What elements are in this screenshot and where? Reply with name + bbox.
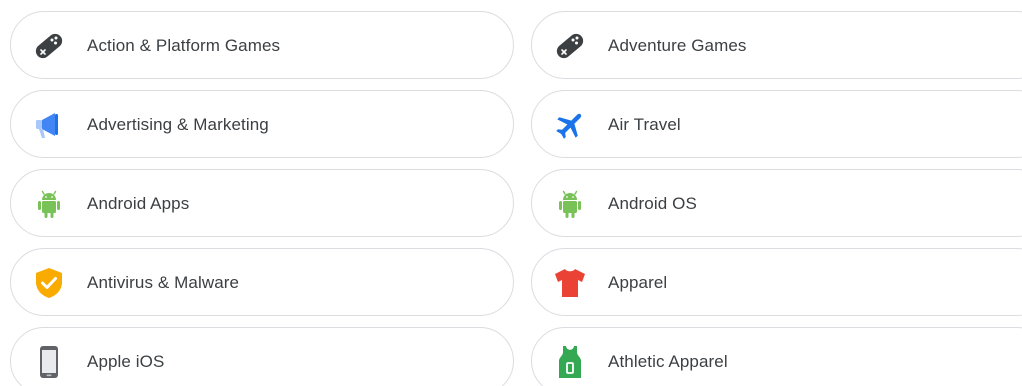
category-chip-android-os[interactable]: Android OS	[531, 169, 1022, 237]
android-icon	[31, 186, 67, 222]
jersey-icon	[552, 344, 588, 380]
category-chip-air-travel[interactable]: Air Travel	[531, 90, 1022, 158]
category-label: Apple iOS	[87, 352, 165, 371]
category-chip-apple-ios[interactable]: Apple iOS	[10, 327, 514, 386]
category-chip-android-apps[interactable]: Android Apps	[10, 169, 514, 237]
category-label: Android Apps	[87, 194, 190, 213]
airplane-icon	[552, 107, 588, 143]
category-chip-action-platform-games[interactable]: Action & Platform Games	[10, 11, 514, 79]
category-label: Adventure Games	[608, 36, 747, 55]
category-label: Air Travel	[608, 115, 681, 134]
megaphone-icon	[31, 107, 67, 143]
category-chip-advertising-marketing[interactable]: Advertising & Marketing	[10, 90, 514, 158]
category-label: Action & Platform Games	[87, 36, 281, 55]
category-grid: Action & Platform Games Adventure Games	[0, 0, 1022, 386]
phone-icon	[31, 344, 67, 380]
tshirt-icon	[552, 265, 588, 301]
category-chip-adventure-games[interactable]: Adventure Games	[531, 11, 1022, 79]
category-chip-apparel[interactable]: Apparel	[531, 248, 1022, 316]
android-icon	[552, 186, 588, 222]
category-chip-antivirus-malware[interactable]: Antivirus & Malware	[10, 248, 514, 316]
gamepad-icon	[31, 28, 67, 64]
category-label: Antivirus & Malware	[87, 273, 240, 292]
category-label: Android OS	[608, 194, 697, 213]
category-chip-athletic-apparel[interactable]: Athletic Apparel	[531, 327, 1022, 386]
gamepad-icon	[552, 28, 588, 64]
category-label: Athletic Apparel	[608, 352, 728, 371]
category-label: Advertising & Marketing	[87, 115, 269, 134]
shield-check-icon	[31, 265, 67, 301]
category-label: Apparel	[608, 273, 668, 292]
